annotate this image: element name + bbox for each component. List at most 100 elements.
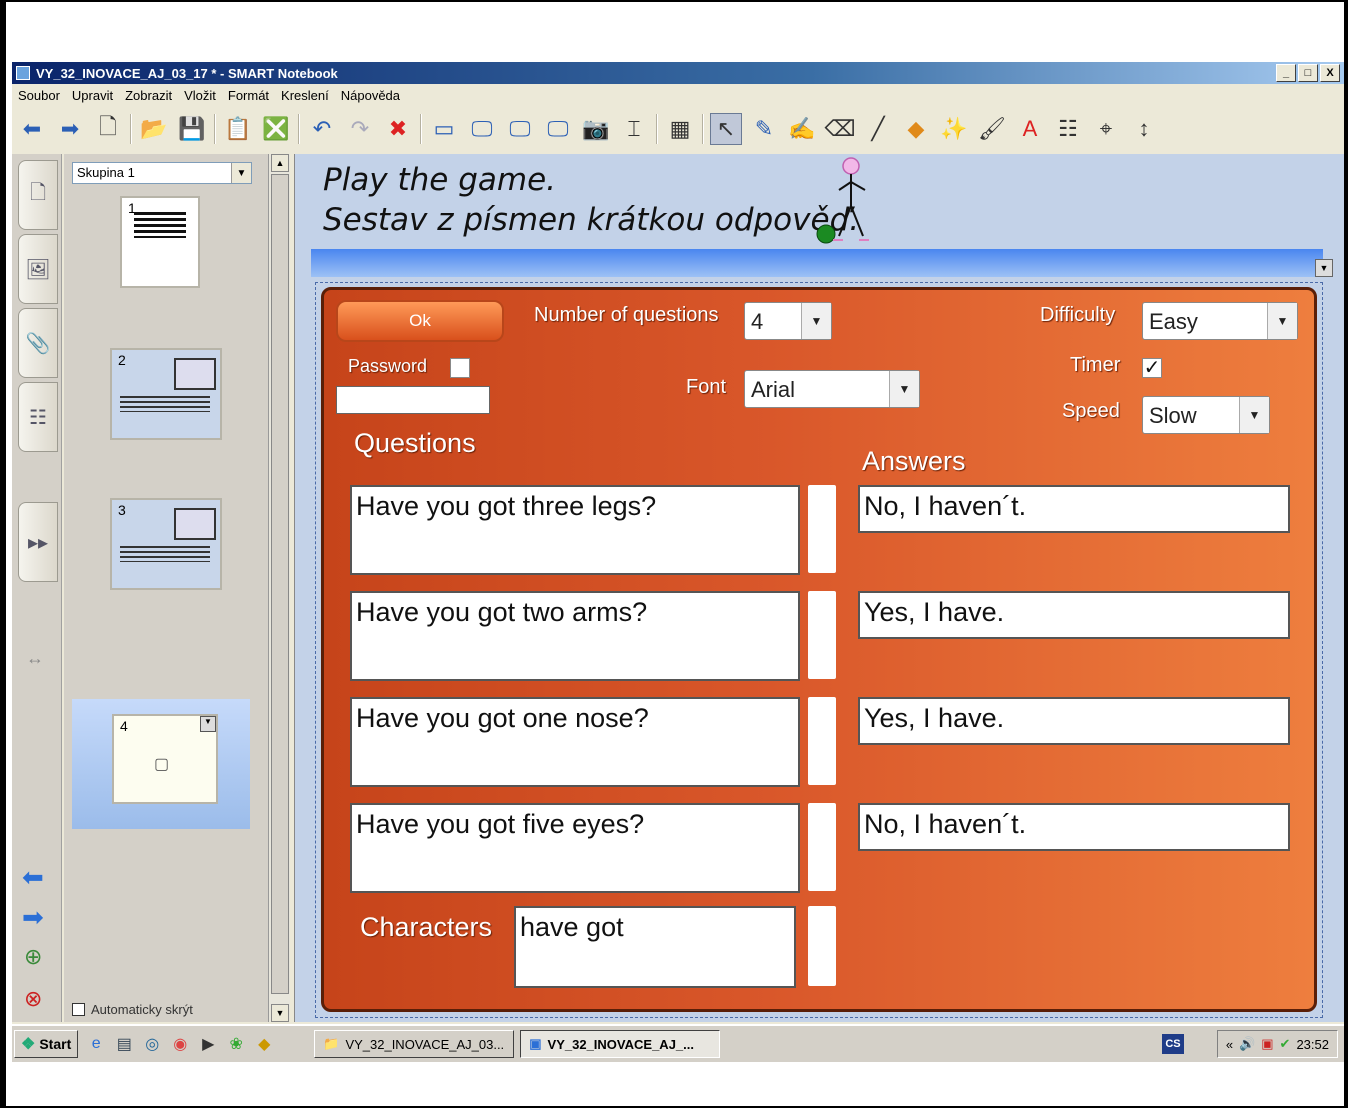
answer-field-2[interactable]: Yes, I have.	[858, 591, 1290, 639]
gallery-tab[interactable]: 🖼	[18, 234, 58, 304]
player-icon[interactable]: ▶	[198, 1034, 218, 1054]
creative-pen-icon[interactable]: ✍	[786, 113, 818, 145]
taskbar-item-notebook[interactable]: ▣ VY_32_INOVACE_AJ_...	[520, 1030, 721, 1058]
autohide-option[interactable]: Automaticky skrýt	[72, 1002, 193, 1017]
start-button[interactable]: ❖ Start	[14, 1030, 79, 1058]
language-indicator[interactable]: CS	[1162, 1034, 1184, 1054]
difficulty-select[interactable]: Easy ▼	[1142, 302, 1298, 340]
delete-icon[interactable]: ✖	[382, 113, 414, 145]
page-thumbnail-3[interactable]: 3	[110, 498, 222, 590]
password-checkbox[interactable]	[450, 358, 470, 378]
delete-page-icon[interactable]: ⊗	[24, 986, 42, 1012]
transparent-background-icon[interactable]: 🖵	[504, 113, 536, 145]
attachments-tab[interactable]: 📎	[18, 308, 58, 378]
open-folder-icon[interactable]: 📂	[138, 113, 170, 145]
internet-explorer-icon[interactable]: e	[86, 1034, 106, 1054]
line-icon[interactable]: ╱	[862, 113, 894, 145]
clock[interactable]: 23:52	[1296, 1037, 1329, 1052]
media-icon[interactable]: ◎	[142, 1034, 162, 1054]
screen-shade-icon[interactable]: ▭	[428, 113, 460, 145]
menu-format[interactable]: Formát	[222, 88, 275, 103]
next-page-icon[interactable]: ➡	[22, 902, 44, 933]
taskbar-item-folder[interactable]: 📁 VY_32_INOVACE_AJ_03...	[314, 1030, 515, 1058]
ok-button[interactable]: Ok	[336, 300, 504, 342]
scrollbar-thumb[interactable]	[271, 174, 289, 994]
password-input[interactable]	[336, 386, 490, 414]
measurement-tools-icon[interactable]: ⌖	[1090, 113, 1122, 145]
undo-icon[interactable]: ↶	[306, 113, 338, 145]
chevron-down-icon[interactable]: ▼	[1239, 397, 1269, 433]
chrome-icon[interactable]: ◉	[170, 1034, 190, 1054]
question-field-4[interactable]: Have you got five eyes?	[350, 803, 800, 893]
answer-field-3[interactable]: Yes, I have.	[858, 697, 1290, 745]
paste-icon[interactable]: 📋	[222, 113, 254, 145]
autohide-checkbox[interactable]	[72, 1003, 85, 1016]
scroll-down-icon[interactable]: ▼	[271, 1004, 289, 1022]
eraser-icon[interactable]: ⌫	[824, 113, 856, 145]
sorter-scrollbar[interactable]: ▲ ▼	[268, 154, 290, 1022]
sidebar-collapse-tab[interactable]: ▸▸	[18, 502, 58, 582]
menu-kresleni[interactable]: Kreslení	[275, 88, 335, 103]
chevron-down-icon[interactable]: ▼	[889, 371, 919, 407]
number-of-questions-select[interactable]: 4 ▼	[744, 302, 832, 340]
save-icon[interactable]: 💾	[176, 113, 208, 145]
chevron-down-icon[interactable]: ▼	[1267, 303, 1297, 339]
redo-icon[interactable]: ↷	[344, 113, 376, 145]
minimize-button[interactable]: _	[1276, 64, 1296, 82]
tray-expand-icon[interactable]: «	[1226, 1037, 1233, 1052]
properties-tab[interactable]: ☷	[18, 382, 58, 452]
chevron-down-icon[interactable]: ▼	[231, 163, 251, 183]
timer-checkbox[interactable]: ✓	[1142, 358, 1162, 378]
pen-icon[interactable]: ✎	[748, 113, 780, 145]
menu-zobrazit[interactable]: Zobrazit	[119, 88, 178, 103]
question-field-2[interactable]: Have you got two arms?	[350, 591, 800, 681]
resize-arrows-icon[interactable]: ↔	[26, 648, 44, 669]
menu-soubor[interactable]: Soubor	[12, 88, 66, 103]
page-sorter-tab[interactable]: 🗋	[18, 160, 58, 230]
maximize-button[interactable]: □	[1298, 64, 1318, 82]
display-screen-icon[interactable]: 🖵	[542, 113, 574, 145]
full-screen-icon[interactable]: 🖵	[466, 113, 498, 145]
document-camera-icon[interactable]: ⌶	[618, 113, 650, 145]
screen-capture-icon[interactable]: 📷	[580, 113, 612, 145]
speed-select[interactable]: Slow ▼	[1142, 396, 1270, 434]
shortcut-icon[interactable]: ◆	[254, 1034, 274, 1054]
select-pointer-icon[interactable]: ↖	[710, 113, 742, 145]
menu-napoveda[interactable]: Nápověda	[335, 88, 406, 103]
text-icon[interactable]: A	[1014, 113, 1046, 145]
app-icon[interactable]: ❀	[226, 1034, 246, 1054]
page-thumbnail-4[interactable]: 4 ▼ ▢	[112, 714, 218, 804]
previous-page-icon[interactable]: ⬅	[22, 862, 44, 893]
answer-field-4[interactable]: No, I haven´t.	[858, 803, 1290, 851]
table-icon[interactable]: ▦	[664, 113, 696, 145]
network-icon[interactable]: ▣	[1261, 1036, 1273, 1052]
magic-pen-icon[interactable]: ✨	[938, 113, 970, 145]
desktop-icon[interactable]: ▤	[114, 1034, 134, 1054]
scroll-up-icon[interactable]: ▲	[271, 154, 289, 172]
font-select[interactable]: Arial ▼	[744, 370, 920, 408]
forward-arrow-icon[interactable]: ➡	[54, 113, 86, 145]
question-field-3[interactable]: Have you got one nose?	[350, 697, 800, 787]
characters-field[interactable]: have got	[514, 906, 796, 988]
properties-icon[interactable]: ☷	[1052, 113, 1084, 145]
back-arrow-icon[interactable]: ⬅	[16, 113, 48, 145]
shapes-icon[interactable]: ◆	[900, 113, 932, 145]
group-select[interactable]: Skupina 1 ▼	[72, 162, 252, 184]
menu-vlozit[interactable]: Vložit	[178, 88, 222, 103]
question-field-1[interactable]: Have you got three legs?	[350, 485, 800, 575]
tray-app-icon[interactable]: ✔	[1280, 1036, 1291, 1052]
answer-field-1[interactable]: No, I haven´t.	[858, 485, 1290, 533]
object-menu-arrow-icon[interactable]: ▼	[1315, 259, 1333, 277]
close-page-icon[interactable]: ❎	[260, 113, 292, 145]
toolbar-move-icon[interactable]: ↕	[1128, 113, 1160, 145]
page-thumbnail-2[interactable]: 2	[110, 348, 222, 440]
add-page-icon[interactable]: 🗋	[92, 113, 124, 145]
add-page-icon[interactable]: ⊕	[24, 944, 42, 970]
fill-icon[interactable]: 🖌	[976, 113, 1008, 145]
chevron-down-icon[interactable]: ▼	[801, 303, 831, 339]
page-menu-arrow-icon[interactable]: ▼	[200, 716, 216, 732]
menu-upravit[interactable]: Upravit	[66, 88, 119, 103]
page-thumbnail-1[interactable]: 1	[120, 196, 200, 288]
close-button[interactable]: X	[1320, 64, 1340, 82]
volume-icon[interactable]: 🔊	[1239, 1036, 1255, 1052]
